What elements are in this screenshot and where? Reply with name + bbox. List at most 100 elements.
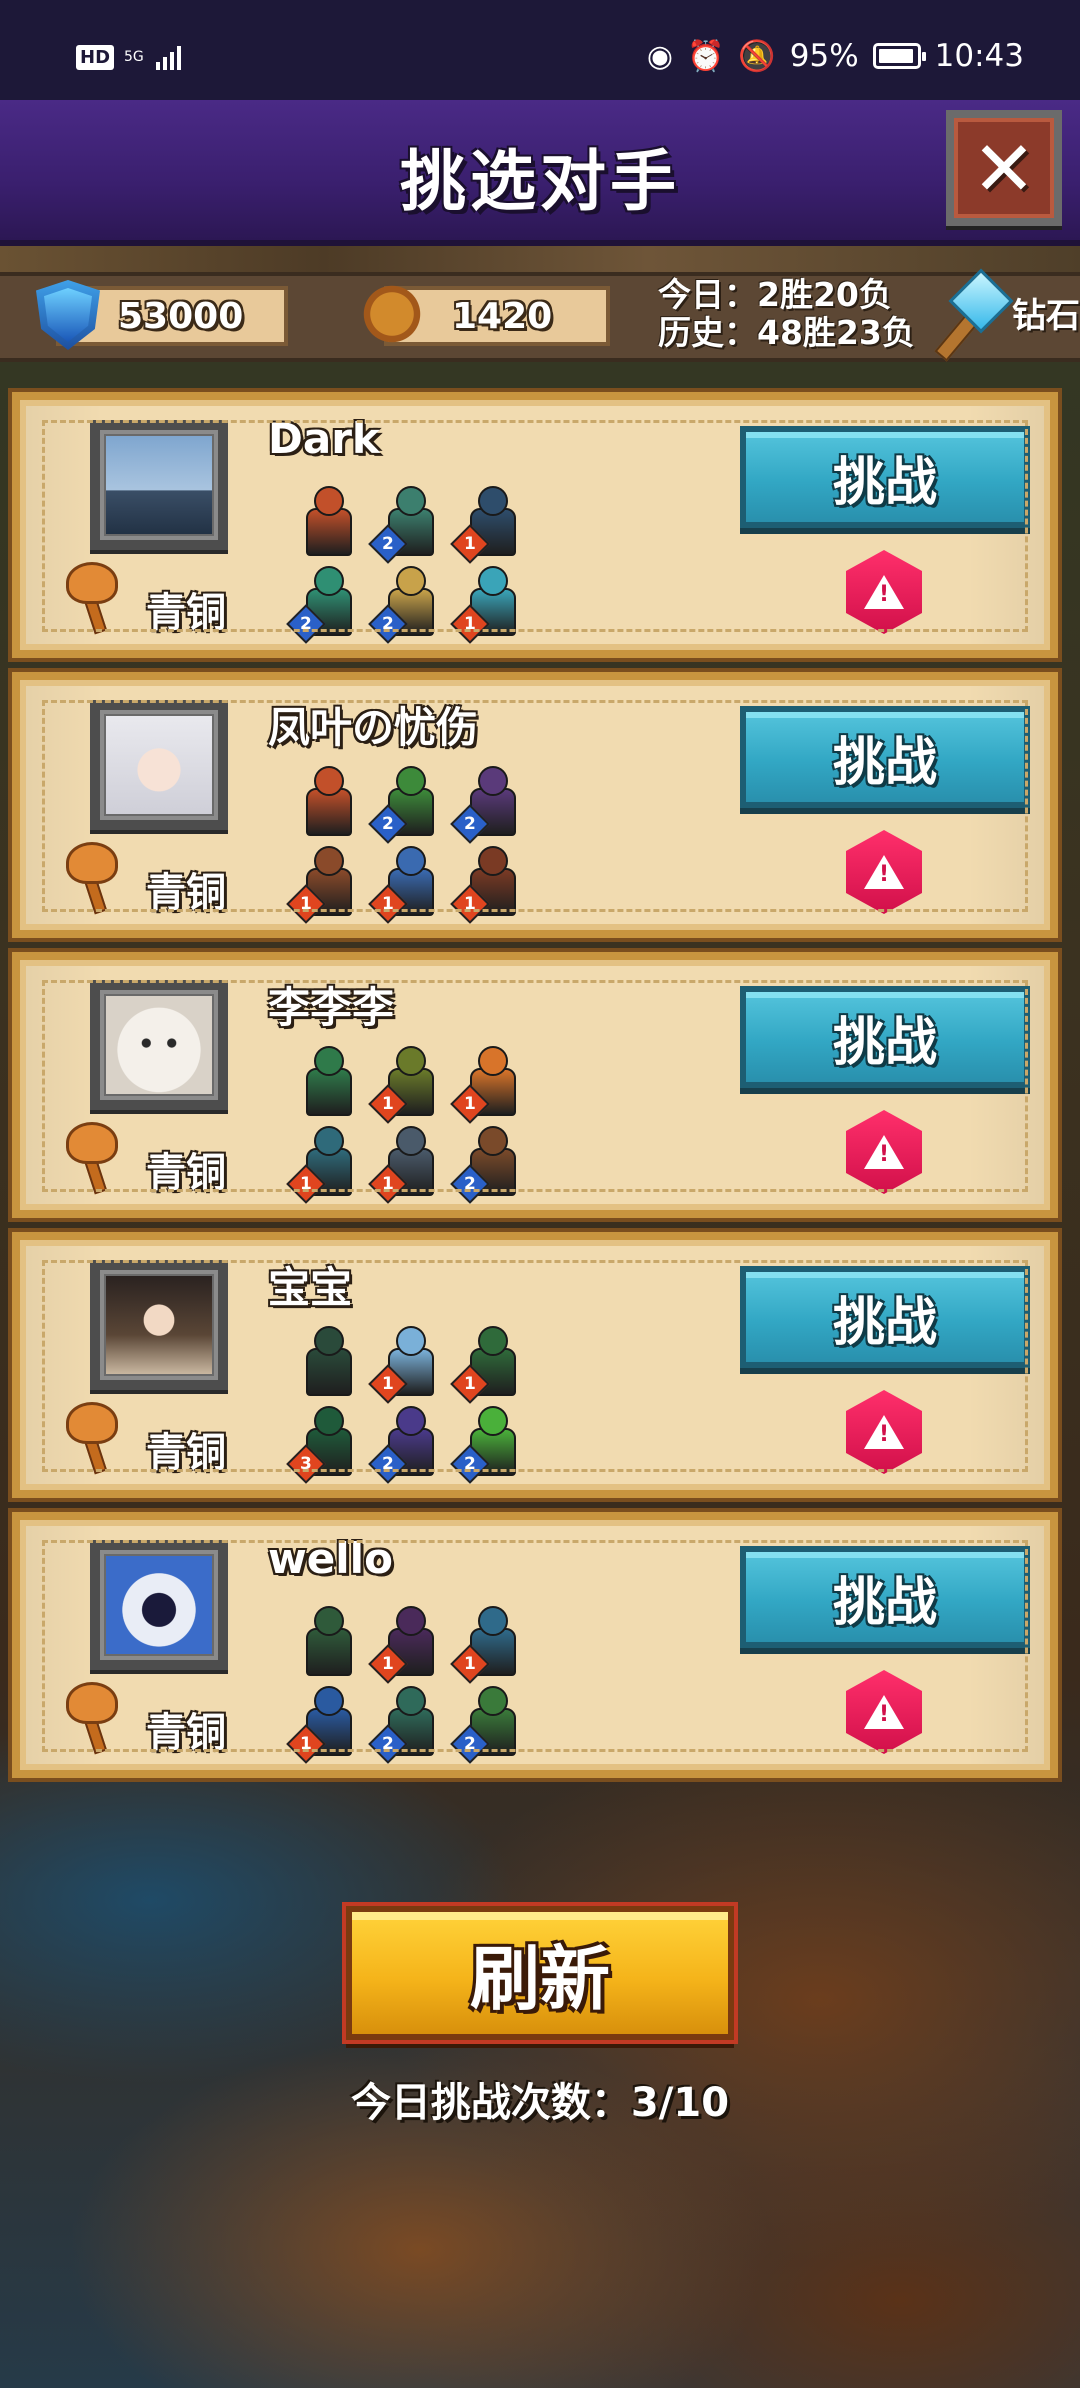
refresh-button[interactable]: 刷新: [346, 1906, 734, 2040]
avatar-image: [106, 996, 212, 1094]
medal-value: 1420: [452, 295, 553, 337]
axe-rank-icon: [58, 1116, 118, 1195]
opponent-avatar[interactable]: [90, 1540, 228, 1670]
unit-level: 1: [300, 1734, 312, 1754]
unit-level: 1: [382, 1654, 394, 1674]
team-unit-icon[interactable]: 2: [368, 1404, 440, 1484]
diamond-wand-icon: [934, 268, 1014, 362]
team-unit-icon[interactable]: 2: [368, 564, 440, 644]
opponent-rank: 青铜: [146, 1710, 226, 1756]
opponent-rank: 青铜: [146, 1430, 226, 1476]
report-button[interactable]: !: [846, 1670, 922, 1754]
unit-level: 1: [464, 1094, 476, 1114]
opponent-rank: 青铜: [146, 870, 226, 916]
opponent-avatar[interactable]: [90, 700, 228, 830]
unit-level: 1: [382, 1094, 394, 1114]
team-unit-icon[interactable]: 1: [368, 844, 440, 924]
challenge-button[interactable]: 挑战: [740, 426, 1030, 528]
axe-rank-icon: [58, 1676, 118, 1755]
team-unit-icon[interactable]: 2: [286, 564, 358, 644]
eye-icon: ◉: [646, 38, 674, 74]
exclamation-icon: !: [878, 862, 890, 887]
team-unit-icon[interactable]: [296, 484, 358, 556]
opponent-name: 凤叶の忧伤: [268, 703, 479, 752]
team-unit-icon[interactable]: 2: [450, 1684, 522, 1764]
challenge-button[interactable]: 挑战: [740, 1546, 1030, 1648]
opponent-team: 2 1 2 2 1: [276, 480, 536, 644]
team-unit-icon[interactable]: 2: [368, 764, 440, 844]
unit-level: 3: [300, 1454, 312, 1474]
report-button[interactable]: !: [846, 550, 922, 634]
team-unit-icon[interactable]: 1: [450, 1604, 522, 1684]
opponent-card: 青铜 宝宝 1 1 3 2 2 挑战!: [12, 1232, 1058, 1498]
unit-level: 1: [464, 1374, 476, 1394]
team-unit-icon[interactable]: 1: [286, 844, 358, 924]
signal-icon: [155, 44, 181, 70]
opponent-name: 李李李: [268, 983, 395, 1032]
exclamation-icon: !: [878, 1142, 890, 1167]
report-button[interactable]: !: [846, 1110, 922, 1194]
team-unit-icon[interactable]: 1: [368, 1124, 440, 1204]
avatar-image: [106, 1276, 212, 1374]
team-unit-icon[interactable]: 2: [450, 1124, 522, 1204]
axe-rank-icon: [58, 556, 118, 635]
opponent-avatar[interactable]: [90, 980, 228, 1110]
team-unit-icon[interactable]: 1: [450, 564, 522, 644]
medal-icon: [354, 276, 430, 352]
exclamation-icon: !: [878, 1702, 890, 1727]
team-unit-icon[interactable]: 1: [368, 1604, 440, 1684]
team-unit-icon[interactable]: 3: [286, 1404, 358, 1484]
resource-bar: 53000 1420: [0, 272, 1080, 362]
team-unit-icon[interactable]: 2: [368, 484, 440, 564]
team-unit-icon[interactable]: [296, 1044, 358, 1116]
opponent-team: 1 1 1 1 2: [276, 1040, 536, 1204]
axe-rank-icon: [58, 1396, 118, 1475]
team-unit-icon[interactable]: [296, 764, 358, 836]
report-button[interactable]: !: [846, 830, 922, 914]
unit-level: 2: [464, 814, 476, 834]
opponent-name: wello: [268, 1534, 393, 1583]
opponent-card: 青铜 李李李 1 1 1 1 2 挑战!: [12, 952, 1058, 1218]
team-unit-icon[interactable]: 2: [450, 764, 522, 844]
unit-level: 1: [464, 614, 476, 634]
avatar-image: [106, 436, 212, 534]
team-unit-icon[interactable]: 2: [368, 1684, 440, 1764]
team-unit-icon[interactable]: 1: [286, 1684, 358, 1764]
opponent-avatar[interactable]: [90, 1260, 228, 1390]
unit-level: 2: [382, 1734, 394, 1754]
opponent-team: 1 1 3 2 2: [276, 1320, 536, 1484]
team-unit-icon[interactable]: 2: [450, 1404, 522, 1484]
team-unit-icon[interactable]: 1: [450, 1044, 522, 1124]
opponent-avatar[interactable]: [90, 420, 228, 550]
opponent-team: 1 1 1 2 2: [276, 1600, 536, 1764]
unit-level: 1: [464, 1654, 476, 1674]
opponent-card: 青铜 凤叶の忧伤 2 2 1 1 1 挑战!: [12, 672, 1058, 938]
challenge-button[interactable]: 挑战: [740, 986, 1030, 1088]
history-record: 历史：48胜23负: [658, 313, 915, 352]
team-unit-icon[interactable]: 1: [450, 484, 522, 564]
battle-record: 今日：2胜20负 历史：48胜23负: [658, 276, 915, 352]
exclamation-icon: !: [878, 582, 890, 607]
avatar-image: [106, 1556, 212, 1654]
opponent-rank: 青铜: [146, 1150, 226, 1196]
unit-level: 1: [300, 1174, 312, 1194]
clock: 10:43: [934, 38, 1024, 74]
team-unit-icon[interactable]: [296, 1604, 358, 1676]
report-button[interactable]: !: [846, 1390, 922, 1474]
team-unit-icon[interactable]: 1: [450, 1324, 522, 1404]
challenge-button[interactable]: 挑战: [740, 1266, 1030, 1368]
unit-level: 1: [464, 534, 476, 554]
team-unit-icon[interactable]: [296, 1324, 358, 1396]
team-unit-icon[interactable]: 1: [450, 844, 522, 924]
unit-level: 1: [464, 894, 476, 914]
team-unit-icon[interactable]: 1: [286, 1124, 358, 1204]
opponent-rank: 青铜: [146, 590, 226, 636]
avatar-image: [106, 716, 212, 814]
team-unit-icon[interactable]: 1: [368, 1044, 440, 1124]
team-unit-icon[interactable]: 1: [368, 1324, 440, 1404]
challenge-button[interactable]: 挑战: [740, 706, 1030, 808]
exclamation-icon: !: [878, 1422, 890, 1447]
unit-level: 2: [464, 1174, 476, 1194]
close-button[interactable]: ✕: [946, 110, 1062, 226]
battery-percent: 95%: [789, 38, 859, 74]
